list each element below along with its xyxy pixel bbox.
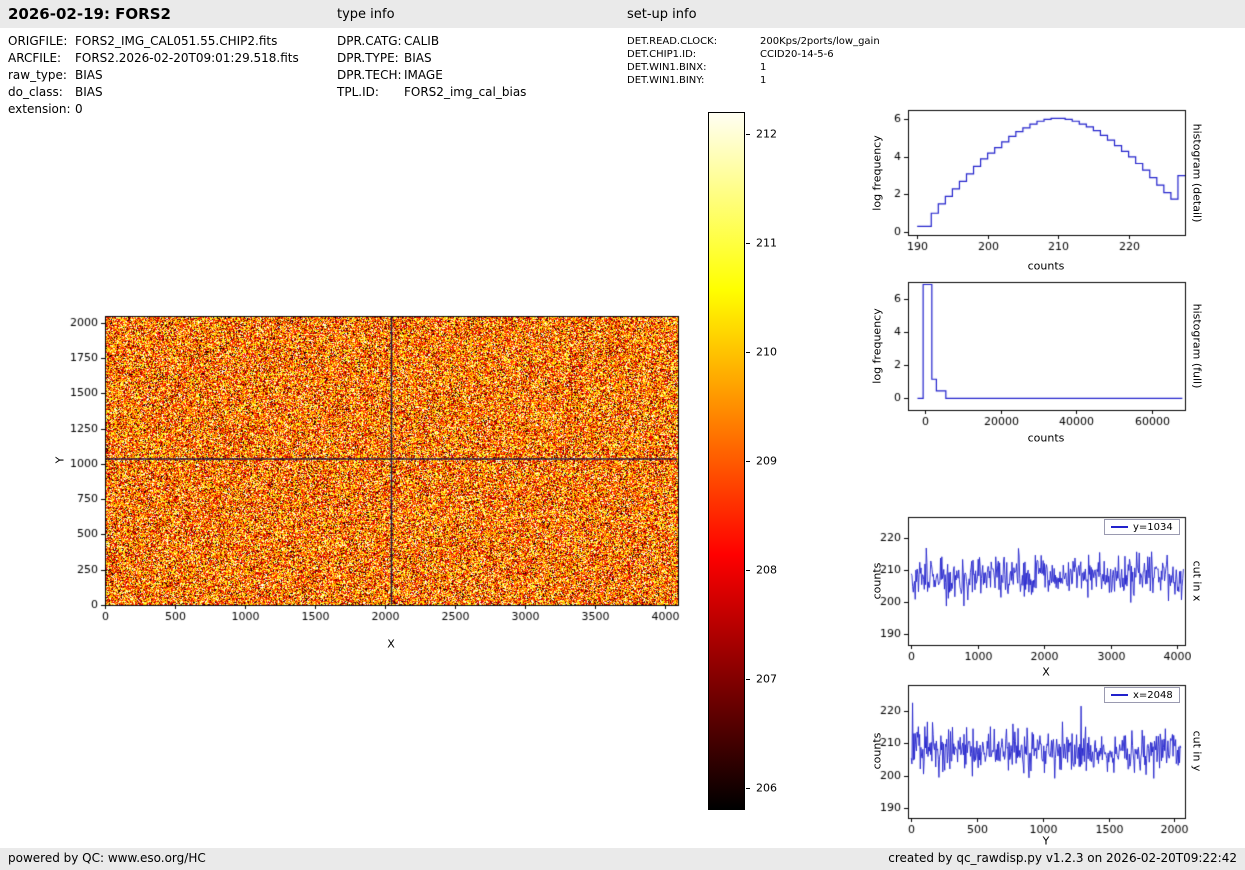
info-row-dpr-catg: DPR.CATG: CALIB: [337, 33, 526, 50]
histogram-full-xlabel: counts: [1027, 431, 1065, 445]
info-value: IMAGE: [404, 68, 443, 82]
info-label: DPR.TYPE:: [337, 51, 399, 65]
colorbar-tick-mark: [746, 570, 750, 572]
footer-powered-by: powered by QC: www.eso.org/HC: [8, 851, 206, 865]
cut-y-legend-label: x=2048: [1133, 689, 1173, 701]
histogram-full-canvas: [863, 276, 1191, 444]
footer-created-by: created by qc_rawdisp.py v1.2.3 on 2026-…: [888, 851, 1237, 865]
colorbar-ticks: 206 207 208 209 210 211 212: [708, 112, 808, 810]
cut-in-x-right-title: cut in x: [1190, 560, 1204, 602]
colorbar-tick-label: 208: [756, 563, 777, 577]
info-row-arcfile: ARCFILE: FORS2.2026-02-20T09:01:29.518.fi…: [8, 50, 299, 67]
info-label: DPR.CATG:: [337, 34, 402, 48]
type-info-heading: type info: [337, 7, 395, 22]
cut-in-y-canvas: [863, 679, 1191, 852]
info-label: ORIGFILE:: [8, 34, 68, 48]
page-title: 2026-02-19: FORS2: [8, 5, 171, 23]
info-row-dpr-tech: DPR.TECH: IMAGE: [337, 67, 526, 84]
info-value: FORS2_img_cal_bias: [404, 85, 527, 99]
info-value: CCID20-14-5-6: [760, 49, 834, 60]
colorbar-tick-label: 211: [756, 236, 777, 250]
info-value: 200Kps/2ports/low_gain: [760, 36, 880, 47]
histogram-full-ylabel: log frequency: [870, 308, 884, 384]
info-value: BIAS: [404, 51, 432, 65]
cut-in-y-ylabel: counts: [870, 732, 884, 770]
info-row-raw-type: raw_type: BIAS: [8, 67, 299, 84]
header-bar: 2026-02-19: FORS2 type info set-up info: [0, 0, 1245, 28]
info-value: BIAS: [75, 68, 103, 82]
info-row-binx: DET.WIN1.BINX: 1: [627, 61, 880, 74]
colorbar-tick-label: 209: [756, 454, 777, 468]
info-label: DPR.TECH:: [337, 68, 402, 82]
histogram-detail-xlabel: counts: [1027, 259, 1065, 273]
info-label: DET.WIN1.BINY:: [627, 75, 705, 86]
info-label: do_class:: [8, 85, 63, 99]
info-row-do-class: do_class: BIAS: [8, 84, 299, 101]
info-row-dpr-type: DPR.TYPE: BIAS: [337, 50, 526, 67]
colorbar-tick-mark: [746, 133, 750, 135]
colorbar-tick-label: 207: [756, 672, 777, 686]
colorbar: 206 207 208 209 210 211 212: [708, 112, 777, 810]
histogram-detail-canvas: [863, 104, 1191, 269]
info-label: extension:: [8, 102, 71, 116]
info-row-chip-id: DET.CHIP1.ID: CCID20-14-5-6: [627, 48, 880, 61]
cut-y-legend: x=2048: [1104, 687, 1180, 703]
info-label: DET.READ.CLOCK:: [627, 36, 718, 47]
colorbar-tick-mark: [746, 788, 750, 790]
legend-line-sample: [1111, 694, 1128, 696]
info-row-origfile: ORIGFILE: FORS2_IMG_CAL051.55.CHIP2.fits: [8, 33, 299, 50]
info-label: raw_type:: [8, 68, 67, 82]
cut-x-legend-label: y=1034: [1133, 521, 1173, 533]
colorbar-tick-mark: [746, 242, 750, 244]
histogram-full-right-title: histogram (full): [1190, 303, 1204, 389]
footer-bar: powered by QC: www.eso.org/HC created by…: [0, 848, 1245, 870]
cut-in-y-right-title: cut in y: [1190, 730, 1204, 772]
bias-image-ylabel: Y: [53, 456, 67, 464]
colorbar-tick-label: 212: [756, 127, 777, 141]
cut-in-y-xlabel: Y: [1042, 834, 1050, 848]
colorbar-tick-label: 206: [756, 781, 777, 795]
colorbar-tick-label: 210: [756, 345, 777, 359]
bias-image-canvas: [55, 308, 688, 645]
info-value: BIAS: [75, 85, 103, 99]
info-row-tpl-id: TPL.ID: FORS2_img_cal_bias: [337, 84, 526, 101]
setup-info-block: DET.READ.CLOCK: 200Kps/2ports/low_gain DE…: [627, 35, 880, 87]
cut-in-x-ylabel: counts: [870, 562, 884, 600]
histogram-detail-ylabel: log frequency: [870, 135, 884, 211]
info-value: 0: [75, 102, 83, 116]
info-label: TPL.ID:: [337, 85, 379, 99]
info-value: 1: [760, 75, 767, 86]
colorbar-tick-mark: [746, 679, 750, 681]
colorbar-tick-mark: [746, 351, 750, 353]
cut-in-x-canvas: [863, 511, 1191, 679]
info-value: FORS2.2026-02-20T09:01:29.518.fits: [75, 51, 299, 65]
colorbar-tick-mark: [746, 461, 750, 462]
type-info-block: DPR.CATG: CALIB DPR.TYPE: BIAS DPR.TECH: IM…: [337, 33, 526, 101]
info-value: FORS2_IMG_CAL051.55.CHIP2.fits: [75, 34, 278, 48]
info-label: ARCFILE:: [8, 51, 62, 65]
info-row-read-clock: DET.READ.CLOCK: 200Kps/2ports/low_gain: [627, 35, 880, 48]
cut-x-legend: y=1034: [1104, 519, 1180, 535]
info-value: CALIB: [404, 34, 440, 48]
setup-info-heading: set-up info: [627, 7, 697, 22]
legend-line-sample: [1111, 526, 1128, 528]
histogram-detail-right-title: histogram (detail): [1190, 123, 1204, 223]
info-label: DET.CHIP1.ID:: [627, 49, 697, 60]
info-row-extension: extension: 0: [8, 101, 299, 118]
bias-image-xlabel: X: [387, 637, 395, 651]
cut-in-x-xlabel: X: [1042, 665, 1050, 679]
info-value: 1: [760, 62, 767, 73]
file-info-block: ORIGFILE: FORS2_IMG_CAL051.55.CHIP2.fits …: [8, 33, 299, 118]
info-label: DET.WIN1.BINX:: [627, 62, 707, 73]
info-row-biny: DET.WIN1.BINY: 1: [627, 74, 880, 87]
